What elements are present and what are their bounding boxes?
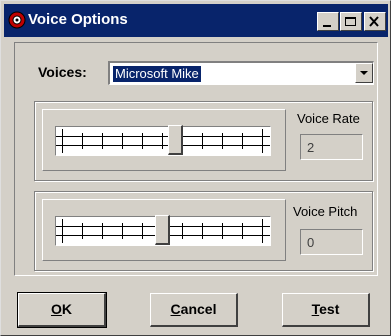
test-button-label: est: [319, 301, 340, 317]
voices-select[interactable]: Microsoft Mike: [108, 61, 374, 85]
slider-tick: [182, 223, 183, 239]
slider-tick: [242, 223, 243, 239]
voice-rate-group: Voice Rate 2: [34, 101, 373, 181]
slider-tick: [102, 223, 103, 239]
voice-pitch-value-field: 0: [300, 229, 363, 255]
slider-tick: [242, 133, 243, 149]
voice-rate-slider-panel: [42, 109, 286, 171]
slider-tick: [62, 129, 63, 153]
voice-rate-value: 2: [307, 140, 315, 155]
ok-button-mnemonic: O: [50, 301, 62, 317]
voice-pitch-group: Voice Pitch 0: [34, 191, 373, 271]
voice-pitch-slider-thumb[interactable]: [155, 215, 170, 245]
cancel-button-mnemonic: C: [170, 301, 181, 317]
close-icon: [369, 16, 379, 27]
test-button-mnemonic: T: [311, 301, 320, 317]
slider-tick: [262, 219, 263, 243]
ok-button-label: K: [61, 301, 72, 317]
maximize-icon: [345, 17, 356, 26]
slider-tick: [262, 129, 263, 153]
slider-tick: [62, 219, 63, 243]
minimize-button[interactable]: [317, 12, 339, 31]
slider-tick: [202, 223, 203, 239]
slider-tick: [82, 133, 83, 149]
slider-tick: [122, 133, 123, 149]
slider-tick: [222, 223, 223, 239]
voice-rate-value-field: 2: [300, 134, 363, 160]
voice-pitch-value: 0: [307, 235, 315, 250]
slider-tick: [222, 133, 223, 149]
slider-tick: [122, 223, 123, 239]
slider-tick: [82, 223, 83, 239]
voice-pitch-label: Voice Pitch: [293, 204, 358, 219]
voices-selected-value: Microsoft Mike: [113, 66, 201, 82]
cancel-button-label: ancel: [180, 301, 217, 317]
test-button[interactable]: Test: [282, 293, 370, 327]
voices-label: Voices:: [38, 64, 87, 80]
slider-tick: [102, 133, 103, 149]
cancel-button[interactable]: Cancel: [150, 293, 238, 327]
slider-tick: [162, 133, 163, 149]
voices-dropdown-button[interactable]: [355, 63, 373, 83]
app-icon: [8, 11, 26, 29]
slider-tick: [142, 133, 143, 149]
minimize-icon: [323, 25, 331, 27]
slider-tick: [202, 133, 203, 149]
maximize-button[interactable]: [340, 12, 362, 31]
voice-rate-label: Voice Rate: [297, 111, 360, 126]
window-title: Voice Options: [28, 11, 128, 28]
ok-button[interactable]: OK: [17, 292, 107, 328]
slider-tick: [142, 223, 143, 239]
title-bar[interactable]: Voice Options: [4, 4, 388, 37]
voice-pitch-slider-panel: [42, 199, 286, 261]
voice-rate-track[interactable]: [55, 126, 271, 156]
voice-rate-slider-thumb[interactable]: [168, 125, 183, 155]
close-button[interactable]: [364, 12, 386, 31]
chevron-down-icon: [360, 71, 368, 75]
voice-options-window: Voice Options Voices: Microsoft Mike Voi…: [0, 0, 391, 336]
